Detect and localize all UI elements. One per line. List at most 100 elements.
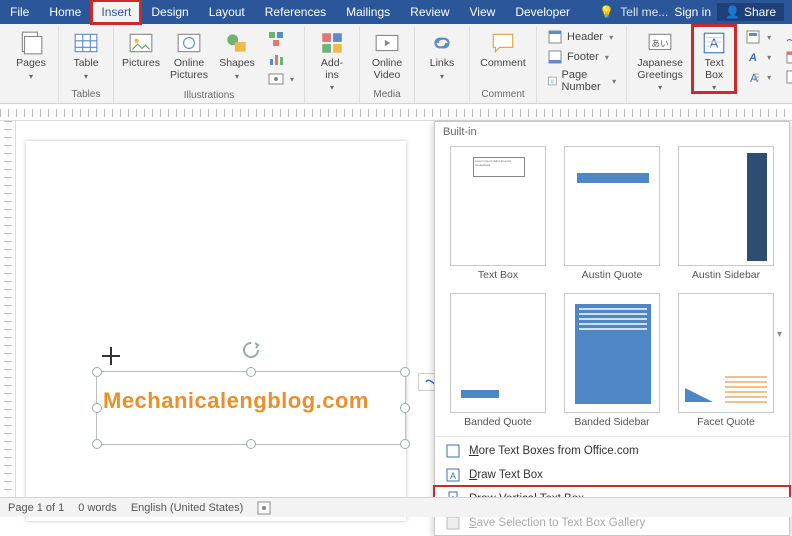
status-bar: Page 1 of 1 0 words English (United Stat… — [0, 497, 792, 517]
status-words[interactable]: 0 words — [78, 502, 117, 514]
status-page[interactable]: Page 1 of 1 — [8, 502, 64, 514]
addins-button[interactable]: Add- ins ▾ — [311, 26, 353, 92]
group-label-media: Media — [373, 87, 400, 103]
svg-text:あい: あい — [651, 38, 668, 48]
online-pictures-button[interactable]: Online Pictures — [168, 26, 210, 81]
vertical-ruler[interactable] — [0, 121, 16, 498]
bulb-icon: 💡 — [599, 5, 614, 19]
selected-text-box[interactable]: Mechanicalengblog.com — [96, 371, 406, 445]
chevron-down-icon[interactable]: ▾ — [777, 329, 787, 339]
status-language[interactable]: English (United States) — [131, 502, 244, 514]
object-icon — [785, 69, 792, 85]
ribbon: Pages ▾ Table ▾ Tables Pictures Online P… — [0, 24, 792, 104]
tab-insert[interactable]: Insert — [91, 0, 141, 24]
resize-handle[interactable] — [400, 439, 410, 449]
wordart-button[interactable]: A▾ — [741, 48, 775, 66]
resize-handle[interactable] — [92, 403, 102, 413]
date-time-button[interactable] — [781, 48, 792, 66]
quickparts-button[interactable]: ▾ — [741, 28, 775, 46]
group-label-links — [441, 87, 444, 103]
resize-handle[interactable] — [246, 439, 256, 449]
tab-developer[interactable]: Developer — [505, 0, 580, 24]
header-label: Header — [567, 31, 603, 43]
horizontal-ruler[interactable] — [0, 105, 792, 121]
footer-label: Footer — [567, 51, 599, 63]
shapes-icon — [224, 30, 250, 56]
addins-label: Add- ins — [321, 58, 343, 81]
resize-handle[interactable] — [92, 367, 102, 377]
comment-button[interactable]: Comment — [476, 26, 530, 70]
chevron-down-icon: ▾ — [612, 77, 616, 86]
chevron-down-icon: ▾ — [609, 33, 613, 42]
rotate-handle-icon[interactable] — [241, 340, 261, 360]
separator — [435, 436, 789, 437]
gallery-item-text-box[interactable]: Lorem ipsum dolor sit amet consectetur T… — [445, 146, 551, 285]
resize-handle[interactable] — [400, 367, 410, 377]
gallery-item-austin-sidebar[interactable]: Austin Sidebar — [673, 146, 779, 285]
group-label-pages — [30, 87, 33, 103]
pictures-label: Pictures — [122, 58, 160, 70]
header-button[interactable]: Header ▾ — [543, 28, 620, 46]
resize-handle[interactable] — [92, 439, 102, 449]
table-button[interactable]: Table ▾ — [65, 26, 107, 81]
tab-layout[interactable]: Layout — [199, 0, 255, 24]
links-button[interactable]: Links ▾ — [421, 26, 463, 81]
text-box-gallery-panel: Built-in Lorem ipsum dolor sit amet cons… — [434, 121, 790, 536]
more-text-boxes-menuitem[interactable]: More Text Boxes from Office.com — [435, 439, 789, 463]
chevron-down-icon: ▾ — [658, 83, 662, 92]
document-page[interactable]: Mechanicalengblog.com — [26, 141, 406, 521]
object-button[interactable]: ▾ — [781, 68, 792, 86]
pages-icon — [18, 30, 44, 56]
online-video-button[interactable]: Online Video — [366, 26, 408, 81]
chevron-down-icon: ▾ — [440, 72, 444, 81]
svg-text:A: A — [450, 471, 456, 481]
tab-review[interactable]: Review — [400, 0, 459, 24]
page-number-label: Page Number — [562, 69, 607, 93]
tab-view[interactable]: View — [460, 0, 506, 24]
tab-mailings[interactable]: Mailings — [336, 0, 400, 24]
gallery-thumb — [564, 146, 660, 266]
tab-file[interactable]: File — [0, 0, 39, 24]
share-button[interactable]: 👤 Share — [717, 3, 784, 21]
group-label-tables: Tables — [72, 87, 101, 103]
chevron-down-icon: ▾ — [767, 33, 771, 42]
gallery-item-label: Text Box — [478, 269, 518, 281]
online-pictures-label: Online Pictures — [170, 58, 208, 81]
gallery-item-label: Austin Quote — [582, 269, 643, 281]
gallery-item-facet-quote[interactable]: Facet Quote — [673, 293, 779, 432]
japanese-greetings-button[interactable]: あい Japanese Greetings ▾ — [633, 26, 687, 92]
dropcap-button[interactable]: A▾ — [741, 68, 775, 86]
chevron-down-icon: ▾ — [29, 72, 33, 81]
draw-text-box-menuitem[interactable]: A Draw Text Box — [435, 463, 789, 487]
pages-button[interactable]: Pages ▾ — [10, 26, 52, 81]
chevron-down-icon: ▾ — [767, 73, 771, 82]
tab-references[interactable]: References — [255, 0, 336, 24]
sign-in[interactable]: Sign in — [674, 5, 711, 19]
chart-button[interactable] — [264, 50, 298, 68]
tell-me[interactable]: Tell me... — [620, 5, 668, 19]
gallery-thumb — [678, 293, 774, 413]
gallery-item-banded-sidebar[interactable]: Banded Sidebar — [559, 293, 665, 432]
page-number-button[interactable]: #Page Number▾ — [543, 68, 620, 94]
smartart-button[interactable] — [264, 30, 298, 48]
gallery-item-austin-quote[interactable]: Austin Quote — [559, 146, 665, 285]
tab-design[interactable]: Design — [141, 0, 198, 24]
gallery-thumb — [678, 146, 774, 266]
resize-handle[interactable] — [400, 403, 410, 413]
share-label: Share — [744, 5, 776, 19]
pictures-button[interactable]: Pictures — [120, 26, 162, 70]
signature-line-button[interactable]: ▾ — [781, 28, 792, 46]
gallery-item-banded-quote[interactable]: Banded Quote — [445, 293, 551, 432]
person-icon: 👤 — [725, 5, 740, 19]
footer-button[interactable]: Footer▾ — [543, 48, 620, 66]
tab-home[interactable]: Home — [39, 0, 91, 24]
screenshot-button[interactable]: ▾ — [264, 70, 298, 88]
footer-icon — [547, 49, 563, 65]
text-box-button[interactable]: A Text Box ▾ — [693, 26, 735, 92]
group-label-comment: Comment — [481, 87, 524, 103]
shapes-button[interactable]: Shapes ▾ — [216, 26, 258, 81]
status-macro[interactable] — [257, 501, 271, 515]
textbox-content[interactable]: Mechanicalengblog.com — [103, 388, 369, 414]
resize-handle[interactable] — [246, 367, 256, 377]
chart-icon — [268, 51, 284, 67]
